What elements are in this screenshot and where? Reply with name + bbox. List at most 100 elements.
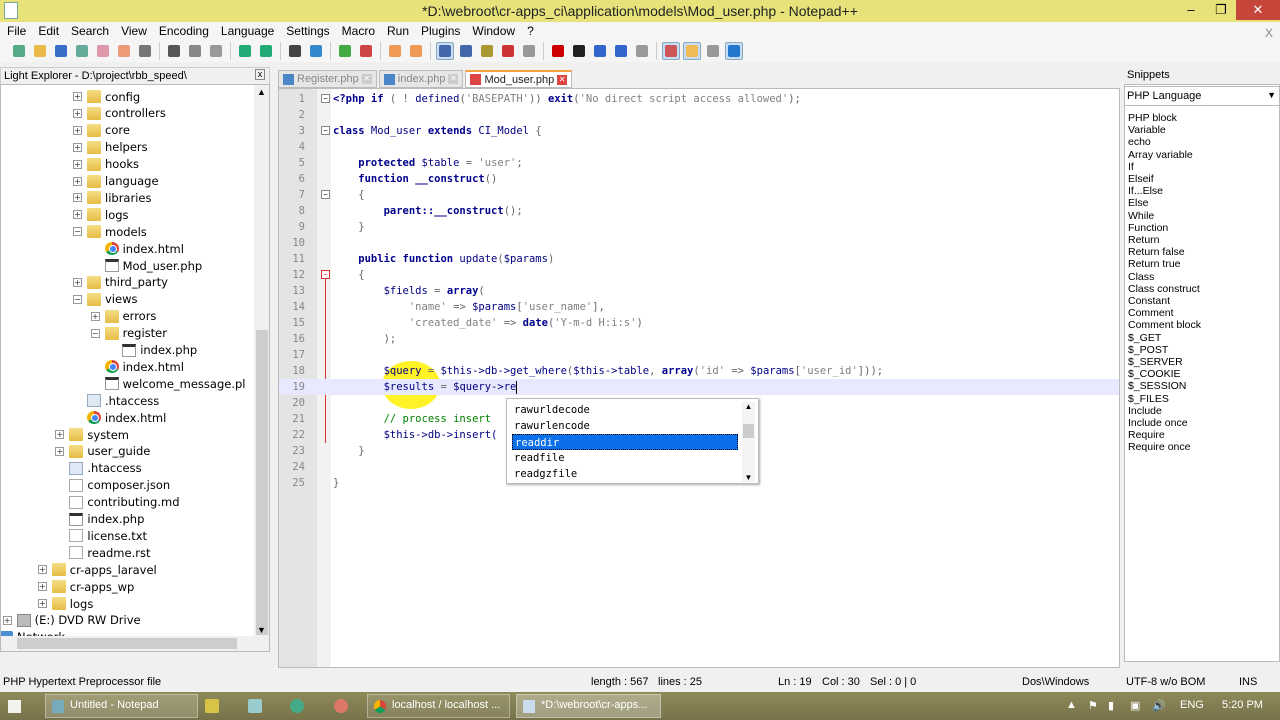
tree-item[interactable]: + libraries: [73, 189, 151, 206]
expand-toggle-icon[interactable]: −: [73, 294, 82, 304]
zoom-in-icon[interactable]: [336, 42, 354, 60]
print-icon[interactable]: [136, 42, 154, 60]
tree-item[interactable]: welcome_message.pl: [91, 375, 246, 392]
snippet-item[interactable]: $_SERVER: [1128, 356, 1183, 368]
snippet-item[interactable]: Comment block: [1128, 319, 1201, 331]
menu-edit[interactable]: Edit: [31, 22, 64, 38]
close-button[interactable]: ✕: [1236, 0, 1280, 20]
expand-toggle-icon[interactable]: +: [73, 108, 82, 118]
user-lang-icon[interactable]: [499, 42, 517, 60]
snippet-item[interactable]: Else: [1128, 197, 1148, 209]
snippet-item[interactable]: Return: [1128, 234, 1160, 246]
record-macro-icon[interactable]: [549, 42, 567, 60]
light-explorer-icon[interactable]: [683, 42, 701, 60]
scroll-thumb[interactable]: [256, 330, 268, 635]
tree-item[interactable]: − register: [90, 325, 167, 342]
expand-toggle-icon[interactable]: +: [73, 277, 82, 287]
task-chrome[interactable]: localhost / localhost ...: [367, 694, 510, 718]
expand-toggle-icon[interactable]: +: [2, 615, 12, 625]
tree-item[interactable]: + system: [55, 426, 129, 443]
tab-close-icon[interactable]: ✕: [361, 74, 372, 84]
save-macro-icon[interactable]: [633, 42, 651, 60]
tree-item[interactable]: index.php: [108, 342, 197, 359]
snippet-item[interactable]: Include once: [1128, 417, 1188, 429]
menu-language[interactable]: Language: [214, 22, 279, 38]
doc-map-icon[interactable]: [520, 42, 538, 60]
tree-item[interactable]: + config: [73, 88, 140, 105]
tree-item[interactable]: + user_guide: [55, 443, 150, 460]
new-file-icon[interactable]: [10, 42, 28, 60]
autocomplete-item[interactable]: rawurldecode: [512, 402, 738, 418]
expand-toggle-icon[interactable]: +: [55, 446, 65, 456]
snippet-item[interactable]: $_GET: [1128, 332, 1161, 344]
menu-plugins[interactable]: Plugins: [414, 22, 465, 38]
fold-toggle-icon[interactable]: −: [321, 190, 330, 199]
scroll-thumb[interactable]: [743, 424, 754, 438]
snippet-item[interactable]: Function: [1128, 222, 1168, 234]
maximize-button[interactable]: ❐: [1206, 0, 1236, 20]
fold-toggle-icon[interactable]: −: [321, 270, 330, 279]
snippet-item[interactable]: Return true: [1128, 258, 1181, 270]
tree-item[interactable]: composer.json: [55, 477, 170, 494]
network-icon[interactable]: ▣: [1130, 699, 1140, 712]
fold-toggle-icon[interactable]: −: [321, 94, 330, 103]
snippet-item[interactable]: Include: [1128, 405, 1162, 417]
menu-window[interactable]: Window: [465, 22, 520, 38]
autocomplete-scrollbar[interactable]: ▲ ▼: [742, 402, 755, 482]
tray-expand-icon[interactable]: ▲: [1066, 699, 1077, 711]
flag-icon[interactable]: ⚑: [1088, 699, 1098, 712]
snippets-language-select[interactable]: PHP Language ▼: [1124, 86, 1280, 106]
explorer-close-button[interactable]: x: [255, 69, 265, 80]
tree-item[interactable]: + controllers: [73, 105, 166, 122]
tree-item[interactable]: index.html: [91, 358, 184, 375]
snippet-item[interactable]: $_SESSION: [1128, 380, 1186, 392]
expand-toggle-icon[interactable]: +: [73, 176, 82, 186]
snippet-item[interactable]: Require: [1128, 429, 1165, 441]
snippet-item[interactable]: $_POST: [1128, 344, 1168, 356]
tree-item[interactable]: + third_party: [73, 274, 168, 291]
snippet-item[interactable]: Return false: [1128, 246, 1185, 258]
tree-item[interactable]: + cr-apps_laravel: [37, 561, 157, 578]
find-icon[interactable]: [286, 42, 304, 60]
snippet-item[interactable]: Elseif: [1128, 173, 1154, 185]
snippet-item[interactable]: Class: [1128, 271, 1154, 283]
close-document-button[interactable]: X: [1258, 24, 1278, 40]
expand-toggle-icon[interactable]: +: [73, 125, 82, 135]
scroll-down-icon[interactable]: ▼: [257, 625, 266, 635]
save-all-icon[interactable]: [73, 42, 91, 60]
tree-item[interactable]: index.php: [55, 511, 144, 528]
expand-toggle-icon[interactable]: +: [55, 430, 65, 439]
task-notepad[interactable]: Untitled - Notepad: [45, 694, 198, 718]
fold-toggle-icon[interactable]: −: [321, 126, 330, 135]
tab-close-icon[interactable]: ✕: [557, 74, 568, 85]
explorer-vertical-scrollbar[interactable]: ▲ ▼: [254, 85, 269, 651]
menu-search[interactable]: Search: [64, 22, 114, 38]
spell-check-icon[interactable]: [662, 42, 680, 60]
indent-guide-icon[interactable]: [478, 42, 496, 60]
expand-toggle-icon[interactable]: +: [73, 210, 82, 220]
tree-item[interactable]: + logs: [37, 595, 93, 612]
scroll-up-icon[interactable]: ▲: [742, 402, 755, 411]
tree-item[interactable]: − models: [73, 223, 147, 240]
tree-item[interactable]: + language: [73, 173, 159, 190]
browser-icon[interactable]: [290, 699, 304, 713]
snippet-item[interactable]: If...Else: [1128, 185, 1163, 197]
expand-toggle-icon[interactable]: −: [90, 328, 100, 338]
snippet-item[interactable]: $_COOKIE: [1128, 368, 1181, 380]
snippet-item[interactable]: $_FILES: [1128, 393, 1169, 405]
task-notepadpp[interactable]: *D:\webroot\cr-apps...: [516, 694, 661, 718]
expand-toggle-icon[interactable]: +: [73, 193, 82, 203]
tree-item[interactable]: + core: [73, 122, 130, 139]
tab-close-icon[interactable]: ✕: [448, 74, 459, 84]
menu-settings[interactable]: Settings: [279, 22, 334, 38]
tree-item[interactable]: + helpers: [73, 139, 148, 156]
replace-icon[interactable]: [307, 42, 325, 60]
tree-item[interactable]: index.html: [91, 240, 184, 257]
expand-toggle-icon[interactable]: +: [37, 599, 47, 608]
autocomplete-item[interactable]: readdir: [512, 434, 738, 450]
play-macro-icon[interactable]: [591, 42, 609, 60]
volume-icon[interactable]: 🔊: [1152, 699, 1166, 712]
redo-icon[interactable]: [257, 42, 275, 60]
tree-item[interactable]: Mod_user.php: [91, 257, 202, 274]
menu-file[interactable]: File: [0, 22, 31, 38]
